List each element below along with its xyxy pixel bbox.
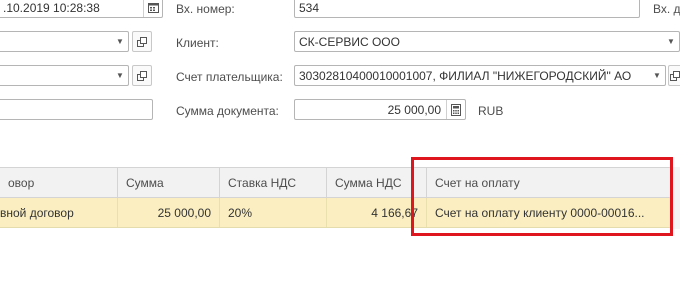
calculator-icon[interactable]	[446, 100, 465, 119]
doc-sum-label: Сумма документа:	[176, 104, 279, 118]
column-header-contract[interactable]: овор	[0, 168, 118, 197]
date-field[interactable]: .10.2019 10:28:38	[0, 0, 163, 18]
payer-account-label: Счет плательщика:	[176, 70, 283, 84]
inc-number-label: Вх. номер:	[176, 2, 235, 16]
open-form-icon[interactable]	[132, 65, 152, 86]
left-field-3[interactable]	[0, 99, 153, 120]
left-select-2[interactable]: ▼	[0, 65, 129, 86]
table-scrollbar[interactable]	[673, 167, 680, 229]
cell-sum: 25 000,00	[118, 198, 220, 227]
calendar-icon[interactable]	[143, 0, 162, 17]
client-label: Клиент:	[176, 36, 219, 50]
payer-account-value: 30302810400010001007, ФИЛИАЛ "НИЖЕГОРОДС…	[299, 69, 632, 83]
doc-sum-value: 25 000,00	[387, 103, 441, 117]
open-form-icon[interactable]	[132, 31, 152, 52]
left-select-1[interactable]: ▼	[0, 31, 129, 52]
payer-account-select[interactable]: 30302810400010001007, ФИЛИАЛ "НИЖЕГОРОДС…	[294, 65, 666, 86]
chevron-down-icon[interactable]: ▼	[663, 32, 679, 51]
client-select[interactable]: СК-СЕРВИС ООО ▼	[294, 31, 680, 52]
doc-sum-input[interactable]: 25 000,00	[294, 99, 466, 120]
highlight-annotation	[411, 157, 673, 236]
chevron-down-icon[interactable]: ▼	[112, 32, 128, 51]
chevron-down-icon[interactable]: ▼	[649, 66, 665, 85]
inc-number-input[interactable]: 534	[294, 0, 640, 18]
cell-contract: вной договор	[0, 198, 118, 227]
open-form-icon[interactable]	[668, 65, 680, 86]
inc-number-value: 534	[299, 1, 320, 15]
column-header-sum[interactable]: Сумма	[118, 168, 220, 197]
cell-vat-rate: 20%	[220, 198, 327, 227]
date-value: .10.2019 10:28:38	[3, 1, 100, 15]
inc-date-label: Вх. д	[653, 2, 680, 16]
column-header-vat-rate[interactable]: Ставка НДС	[220, 168, 327, 197]
client-value: СК-СЕРВИС ООО	[299, 35, 400, 49]
chevron-down-icon[interactable]: ▼	[112, 66, 128, 85]
currency-label: RUB	[478, 104, 504, 118]
